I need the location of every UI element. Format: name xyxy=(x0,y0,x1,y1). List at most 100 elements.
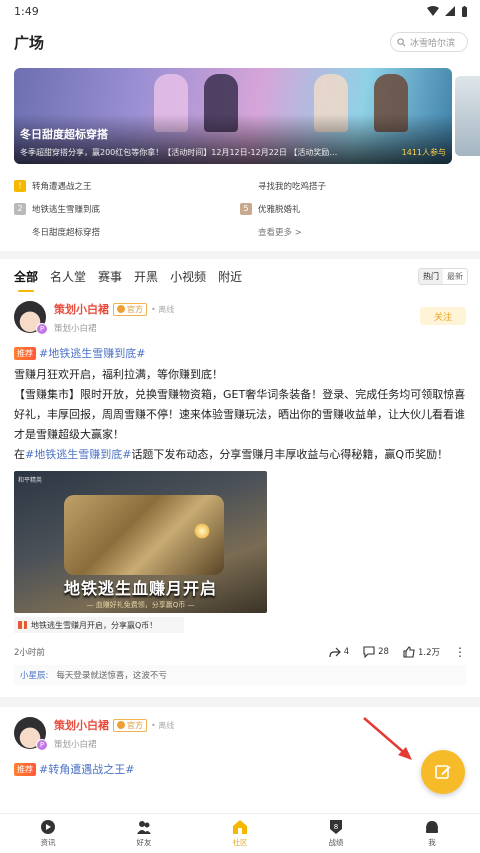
comment-button[interactable]: 28 xyxy=(363,646,389,658)
nav-community[interactable]: 社区 xyxy=(192,814,288,853)
name-row: 策划小白裙 官方 • 离线 xyxy=(54,717,174,733)
section-divider xyxy=(0,251,480,259)
tab-team-up[interactable]: 开黑 xyxy=(134,268,158,285)
nav-news[interactable]: 资讯 xyxy=(0,814,96,853)
game-logo: 和平精英 xyxy=(18,477,43,484)
play-circle-icon xyxy=(41,820,55,834)
online-status-label: 离线 xyxy=(158,720,175,730)
topic-item[interactable]: 5 优雅脱婚礼 xyxy=(240,199,466,218)
post-hashtag[interactable]: #地铁逃生雪赚到底# xyxy=(39,345,145,361)
train-light xyxy=(194,523,210,539)
shield-icon xyxy=(117,305,125,313)
sort-hot[interactable]: 热门 xyxy=(419,268,443,284)
official-label: 官方 xyxy=(127,720,143,730)
banner-subtitle: 冬季超甜穿搭分享，赢200红包等你拿！【活动时间】12月12日-12月22日 【… xyxy=(20,148,338,157)
tab-nearby[interactable]: 附近 xyxy=(218,268,242,285)
tab-short-video[interactable]: 小视频 xyxy=(170,268,206,285)
author-meta: 策划小白裙 官方 • 离线 策划小白裙 xyxy=(54,301,174,334)
nav-friends[interactable]: 好友 xyxy=(96,814,192,853)
page-title: 广场 xyxy=(14,33,45,52)
tab-all[interactable]: 全部 xyxy=(14,268,38,292)
avatar[interactable]: P xyxy=(14,717,48,751)
rank-badge: ! xyxy=(14,179,26,192)
avatar-badge-icon: P xyxy=(36,739,48,751)
banner-card[interactable]: 冬日甜度超标穿搭 冬季超甜穿搭分享，赢200红包等你拿！【活动时间】12月12日… xyxy=(14,68,452,164)
status-icons xyxy=(427,5,468,17)
author-meta: 策划小白裙 官方 • 离线 策划小白裙 xyxy=(54,717,174,750)
author-name[interactable]: 策划小白裙 xyxy=(54,301,109,317)
event-link-card[interactable]: 地铁逃生雪赚月开启，分享赢Q币！ xyxy=(14,617,184,633)
rank-badge xyxy=(240,180,252,192)
hot-topics: ! 转角遭遇战之王 寻找我的吃鸡搭子 2 地铁逃生雪赚到底 5 优雅脱婚礼 冬日甜度超… xyxy=(0,170,480,241)
tab-hall-of-fame[interactable]: 名人堂 xyxy=(50,268,86,285)
post-line-suffix: 话题下发布动态，分享雪赚月丰厚收益与心得秘籍，赢Q币奖励！ xyxy=(131,448,449,461)
inline-hashtag[interactable]: #地铁逃生雪赚到底# xyxy=(25,448,131,461)
image-caption: 地铁逃生血赚月开启 xyxy=(63,579,217,598)
post-hashtag[interactable]: #转角遭遇战之王# xyxy=(39,761,134,777)
shield-icon xyxy=(117,721,125,729)
helmet-icon xyxy=(426,821,438,833)
post-body: 雪赚月狂欢开启，福利拉满，等你赚到底！ 【雪赚集市】限时开放，兑换雪赚物资箱，G… xyxy=(14,365,466,465)
status-bar: 1:49 xyxy=(0,0,480,22)
topic-item[interactable]: 2 地铁逃生雪赚到底 xyxy=(14,199,240,218)
share-icon xyxy=(329,647,341,658)
comment-icon xyxy=(363,646,375,658)
avatar-badge-icon: P xyxy=(36,323,48,335)
post-line: 雪赚月狂欢开启，福利拉满，等你赚到底！ xyxy=(14,368,223,381)
topic-label: 冬日甜度超标穿搭 xyxy=(32,227,101,238)
name-row: 策划小白裙 官方 • 离线 xyxy=(54,301,174,317)
nav-label: 我 xyxy=(428,838,436,847)
sort-latest[interactable]: 最新 xyxy=(443,269,467,284)
see-more-label: 查看更多 > xyxy=(258,227,302,238)
compose-post-button[interactable] xyxy=(421,750,465,794)
rank-badge: 2 xyxy=(14,202,26,215)
follow-button[interactable]: 关注 xyxy=(420,307,466,325)
feed-tabs: 全部 名人堂 赛事 开黑 小视频 附近 热门 最新 xyxy=(0,259,480,293)
see-more-link[interactable]: 查看更多 > xyxy=(240,222,466,241)
nav-me[interactable]: 我 xyxy=(384,814,480,853)
event-link-label: 地铁逃生雪赚月开启，分享赢Q币！ xyxy=(31,620,158,630)
author-subname: 策划小白裙 xyxy=(54,324,97,334)
avatar[interactable]: P xyxy=(14,301,48,335)
online-status: • 离线 xyxy=(151,304,175,314)
banner-next-card[interactable] xyxy=(455,76,480,156)
official-badge: 官方 xyxy=(113,718,147,732)
author-subname: 策划小白裙 xyxy=(54,740,97,750)
thumb-up-icon xyxy=(403,646,415,658)
topic-item[interactable]: ! 转角遭遇战之王 xyxy=(14,176,240,195)
image-subcaption: — 血赚好礼免费领，分享赢Q币 — xyxy=(86,601,195,609)
topic-label: 转角遭遇战之王 xyxy=(32,181,92,192)
post-tag-row: 推荐 #地铁逃生雪赚到底# xyxy=(14,345,466,361)
more-options-icon[interactable]: ⋮ xyxy=(454,645,466,659)
comment-count: 28 xyxy=(378,647,389,657)
topic-item[interactable]: 寻找我的吃鸡搭子 xyxy=(240,176,466,195)
like-button[interactable]: 1.2万 xyxy=(403,646,440,658)
official-label: 官方 xyxy=(127,304,143,314)
nav-label: 战绩 xyxy=(328,838,344,847)
recommend-badge: 推荐 xyxy=(14,762,36,776)
search-input[interactable]: 冰雪哈尔滨 xyxy=(390,32,468,52)
author-name[interactable]: 策划小白裙 xyxy=(54,717,109,733)
post-line: 【雪赚集市】限时开放，兑换雪赚物资箱，GET奢华词条装备！登录、完成任务均可领取… xyxy=(14,388,466,441)
arrow-annotation-icon xyxy=(363,717,412,760)
banner-carousel[interactable]: 冬日甜度超标穿搭 冬季超甜穿搭分享，赢200红包等你拿！【活动时间】12月12日… xyxy=(0,68,480,170)
top-comment[interactable]: 小星辰: 每天登录就送惊喜，这波不亏 xyxy=(14,665,466,685)
recommend-badge: 推荐 xyxy=(14,346,36,360)
topic-item[interactable]: 冬日甜度超标穿搭 xyxy=(14,222,240,241)
header: 广场 冰雪哈尔滨 xyxy=(0,22,480,62)
nav-stats[interactable]: 8 战绩 xyxy=(288,814,384,853)
topic-label: 寻找我的吃鸡搭子 xyxy=(258,181,327,192)
post-image[interactable]: 和平精英 地铁逃生血赚月开启 — 血赚好礼免费领，分享赢Q币 — xyxy=(14,471,267,613)
status-time: 1:49 xyxy=(14,4,39,18)
friends-icon xyxy=(137,821,151,834)
comment-user[interactable]: 小星辰: xyxy=(20,669,48,681)
share-count: 4 xyxy=(343,647,350,657)
post-footer: 2小时前 4 28 1.2万 ⋮ xyxy=(14,639,466,665)
online-status-label: 离线 xyxy=(158,304,175,314)
post-header: P 策划小白裙 官方 • 离线 策划小白裙 关注 xyxy=(14,293,466,341)
tab-events[interactable]: 赛事 xyxy=(98,268,122,285)
share-button[interactable]: 4 xyxy=(329,646,349,658)
post-line: 在#地铁逃生雪赚到底#话题下发布动态，分享雪赚月丰厚收益与心得秘籍，赢Q币奖励！ xyxy=(14,445,466,465)
post-time: 2小时前 xyxy=(14,648,45,658)
bottom-nav: 资讯 好友 社区 8 战绩 我 xyxy=(0,813,480,853)
